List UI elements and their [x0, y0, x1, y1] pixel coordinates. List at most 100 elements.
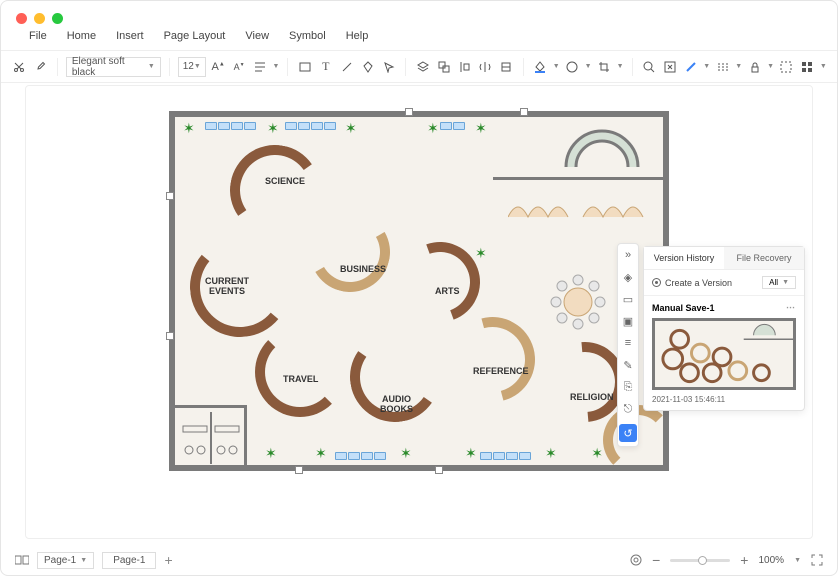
version-filter-select[interactable]: All ▼: [762, 276, 796, 289]
layers-tool[interactable]: ≡: [621, 336, 635, 350]
clipboard-tool[interactable]: ⎘: [621, 380, 635, 394]
rectangle-tool[interactable]: [296, 58, 313, 76]
record-icon: [652, 278, 661, 287]
service-desk: [561, 125, 643, 167]
font-size-select[interactable]: 12 ▼: [178, 57, 206, 77]
crop-button[interactable]: [596, 58, 613, 76]
zoom-slider[interactable]: [670, 559, 730, 562]
link-tool[interactable]: ⎋: [621, 402, 635, 416]
scalloped-desk: [508, 192, 648, 222]
chevron-down-icon: ▼: [782, 279, 789, 286]
line-tool[interactable]: [338, 58, 355, 76]
tab-version-history[interactable]: Version History: [644, 247, 724, 269]
seating-row: [205, 122, 256, 130]
cursor-tool[interactable]: [380, 58, 397, 76]
menu-home[interactable]: Home: [67, 30, 96, 42]
decrease-font-button[interactable]: A▼: [231, 58, 248, 76]
page-tab[interactable]: Page-1: [102, 552, 156, 569]
font-name-select[interactable]: Elegant soft black ▼: [66, 57, 161, 77]
select-button[interactable]: [778, 58, 795, 76]
tab-file-recovery[interactable]: File Recovery: [724, 247, 804, 269]
section-reference: REFERENCE: [473, 367, 529, 377]
menu-pagelayout[interactable]: Page Layout: [164, 30, 226, 42]
menu-bar: File Home Insert Page Layout View Symbol…: [1, 30, 837, 51]
plant-icon: ✶: [400, 445, 412, 462]
distribute-button[interactable]: [498, 58, 515, 76]
pages-icon[interactable]: [15, 554, 29, 566]
plant-icon: ✶: [267, 120, 279, 137]
fullscreen-button[interactable]: [811, 554, 823, 566]
align-button[interactable]: [252, 58, 269, 76]
section-business: BUSINESS: [340, 265, 386, 275]
side-tools-panel: » ◈ ▭ ▣ ≡ ✎ ⎘ ⎋ ↺: [617, 243, 639, 447]
align-objects-button[interactable]: [456, 58, 473, 76]
cut-button[interactable]: [11, 58, 28, 76]
door-marker: [435, 466, 443, 474]
collapse-panel-button[interactable]: »: [621, 248, 635, 262]
chevron-down-icon: ▼: [553, 63, 560, 70]
version-entry-date: 2021-11-03 15:46:11: [652, 395, 796, 404]
shape-style-button[interactable]: [564, 58, 581, 76]
version-entry-title: Manual Save-1: [652, 303, 715, 313]
fit-page-button[interactable]: [630, 554, 642, 566]
shapes-tool[interactable]: ▭: [621, 292, 635, 306]
zoom-in-button[interactable]: +: [740, 552, 748, 568]
menu-view[interactable]: View: [245, 30, 269, 42]
line-dash-button[interactable]: [714, 58, 731, 76]
restroom: [175, 405, 247, 465]
add-page-button[interactable]: +: [164, 552, 172, 568]
menu-symbol[interactable]: Symbol: [289, 30, 326, 42]
create-version-label: Create a Version: [665, 278, 732, 288]
toolbar: Elegant soft black ▼ 12 ▼ A▲ A▼ ▼ T ▼ ▼ …: [1, 51, 837, 83]
fill-color-button[interactable]: [532, 58, 549, 76]
zoom-value: 100%: [758, 555, 784, 566]
paintbrush-button[interactable]: [32, 58, 49, 76]
layers-button[interactable]: [414, 58, 431, 76]
image-tool[interactable]: ▣: [621, 314, 635, 328]
create-version-button[interactable]: Create a Version: [652, 278, 732, 288]
version-entry[interactable]: Manual Save-1 ⋯ 2021-11-03 15:46:11: [644, 296, 804, 410]
zoom-slider-thumb[interactable]: [698, 556, 707, 565]
lock-button[interactable]: [746, 58, 763, 76]
group-button[interactable]: [435, 58, 452, 76]
navigator-tool[interactable]: ◈: [621, 270, 635, 284]
chevron-down-icon: ▼: [585, 63, 592, 70]
increase-font-button[interactable]: A▲: [210, 58, 227, 76]
chevron-down-icon: ▼: [794, 557, 801, 564]
chevron-down-icon: ▼: [820, 63, 827, 70]
version-history-panel: Version History File Recovery Create a V…: [643, 246, 805, 411]
chevron-down-icon: ▼: [767, 63, 774, 70]
section-arts: ARTS: [435, 287, 460, 297]
more-button[interactable]: [799, 58, 816, 76]
more-icon[interactable]: ⋯: [786, 302, 796, 313]
window-maximize[interactable]: [52, 13, 63, 24]
door-marker: [166, 332, 174, 340]
section-current-events: CURRENT EVENTS: [205, 277, 249, 297]
menu-help[interactable]: Help: [346, 30, 369, 42]
section-travel: TRAVEL: [283, 375, 318, 385]
menu-insert[interactable]: Insert: [116, 30, 144, 42]
seating-row: [440, 122, 465, 130]
comments-tool[interactable]: ✎: [621, 358, 635, 372]
page-select[interactable]: Page-1 ▼: [37, 552, 94, 569]
window-close[interactable]: [16, 13, 27, 24]
section-religion: RELIGION: [570, 393, 614, 403]
flip-button[interactable]: [477, 58, 494, 76]
door-marker: [405, 108, 413, 116]
zoom-out-button[interactable]: −: [652, 552, 660, 568]
search-button[interactable]: [640, 58, 657, 76]
chevron-down-icon: ▼: [617, 63, 624, 70]
font-name-value: Elegant soft black: [72, 56, 148, 78]
pen-tool[interactable]: [359, 58, 376, 76]
seating-row: [335, 452, 386, 460]
page-select-value: Page-1: [44, 555, 76, 566]
history-tool[interactable]: ↺: [619, 424, 637, 442]
floor-plan-drawing[interactable]: ✶ ✶ ✶ ✶ ✶ ✶ ✶ ✶ ✶ ✶ ✶ ✶: [169, 111, 669, 471]
replace-button[interactable]: [661, 58, 678, 76]
text-tool[interactable]: T: [317, 58, 334, 76]
window-minimize[interactable]: [34, 13, 45, 24]
menu-file[interactable]: File: [29, 30, 47, 42]
line-style-button[interactable]: [682, 58, 699, 76]
version-thumbnail: [652, 318, 796, 390]
round-table: [548, 272, 608, 332]
